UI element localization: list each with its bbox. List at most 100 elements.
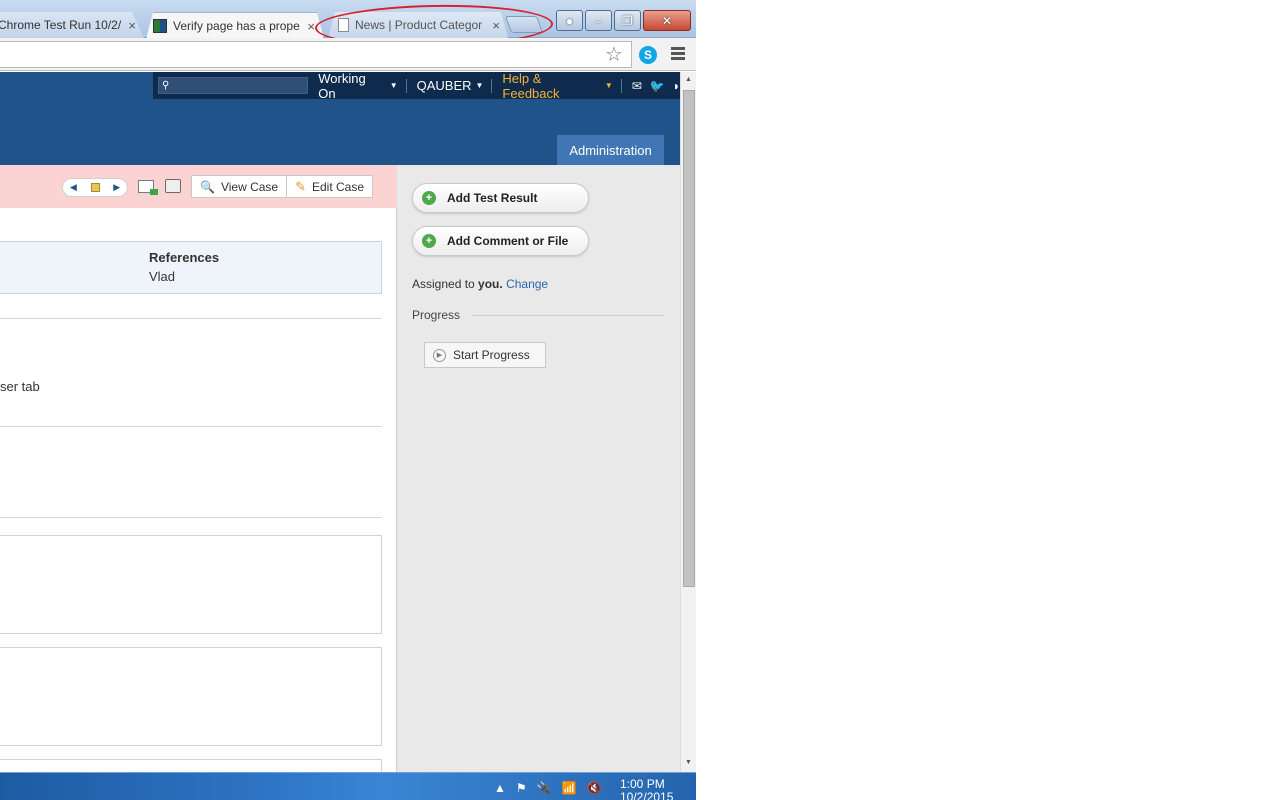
help-feedback-menu[interactable]: Help & Feedback ▼ (502, 72, 612, 101)
chrome-menu-icon[interactable] (671, 47, 685, 62)
chrome-window: Chrome Test Run 10/2/ × Verify page has … (0, 0, 696, 800)
assigned-info: Assigned to you. Change (412, 277, 548, 291)
window-controls: ● – ❐ ✕ (556, 10, 691, 31)
content-box (0, 759, 382, 772)
restore-button[interactable]: ❐ (614, 10, 641, 31)
minimize-button[interactable]: – (585, 10, 612, 31)
step-text: ser tab (0, 379, 40, 394)
case-main-panel: ◀ ▶ 🔍 View Case ✎ Edit Case References V… (0, 165, 397, 772)
section-divider (0, 426, 382, 427)
screen: Chrome Test Run 10/2/ × Verify page has … (0, 0, 1280, 800)
working-on-menu[interactable]: Working On ▼ (318, 72, 397, 101)
working-on-label: Working On (318, 72, 366, 101)
network-signal-icon[interactable]: 📶 (562, 781, 577, 795)
taskbar-clock[interactable]: 1:00 PM 10/2/2015 (620, 778, 673, 800)
restore-icon: ❐ (622, 13, 633, 28)
case-info-box: References Vlad (0, 241, 382, 294)
clock-date: 10/2/2015 (620, 790, 674, 800)
references-value: Vlad (149, 269, 176, 284)
chevron-down-icon: ▼ (604, 81, 613, 90)
volume-muted-icon[interactable]: 🔇 (587, 781, 602, 795)
tab-verify-page[interactable]: Verify page has a prope × (146, 12, 324, 39)
content-box (0, 535, 382, 634)
add-comment-button[interactable]: + Add Comment or File (412, 226, 589, 256)
browser-toolbar: ☆ S (0, 38, 696, 71)
profile-button[interactable]: ● (556, 10, 583, 31)
show-hidden-icons-icon[interactable]: ▲ (494, 781, 506, 795)
search-input[interactable]: ⚲ (158, 77, 309, 94)
case-sidebar: + Add Test Result + Add Comment or File … (398, 165, 680, 772)
progress-label: Progress (412, 308, 461, 322)
content-box (0, 647, 382, 746)
assigned-prefix: Assigned to (412, 277, 479, 291)
start-progress-button[interactable]: ▶ Start Progress (424, 342, 546, 368)
next-case-icon[interactable]: ▶ (113, 182, 120, 193)
page-scrollbar[interactable]: ▲ ▼ (680, 72, 696, 772)
pencil-icon: ✎ (295, 178, 306, 194)
mail-icon[interactable]: ✉ (632, 79, 642, 93)
tab-title: Chrome Test Run 10/2/ (0, 18, 122, 32)
add-icon: + (422, 234, 436, 248)
testrail-favicon-icon (153, 19, 167, 33)
view-case-label: View Case (220, 179, 279, 194)
twitter-icon[interactable]: 🐦 (650, 79, 665, 93)
tab-administration[interactable]: Administration (557, 135, 664, 165)
case-actions: 🔍 View Case ✎ Edit Case (191, 175, 374, 198)
windows-taskbar: ▲ ⚑ 🔌 📶 🔇 1:00 PM 10/2/2015 (0, 772, 696, 800)
change-assignee-link[interactable]: Change (506, 277, 548, 291)
address-bar[interactable] (0, 41, 632, 68)
edit-case-button[interactable]: ✎ Edit Case (286, 176, 372, 197)
search-icon: ⚲ (162, 80, 170, 91)
add-test-result-label: Add Test Result (447, 191, 538, 205)
rss-icon[interactable]: ◗ (673, 79, 680, 93)
scrollbar-thumb[interactable] (683, 90, 695, 587)
section-divider (0, 318, 382, 319)
minimize-icon: – (595, 13, 602, 28)
tab-strip: Chrome Test Run 10/2/ × Verify page has … (0, 0, 696, 50)
section-divider (0, 517, 382, 518)
social-icons: ✉ 🐦 ◗ (632, 79, 680, 93)
magnifier-icon: 🔍 (200, 179, 215, 194)
chevron-down-icon: ▼ (475, 81, 484, 90)
close-window-button[interactable]: ✕ (643, 10, 691, 31)
user-menu[interactable]: QAUBER ▼ (417, 78, 484, 93)
divider (405, 78, 407, 93)
help-label: Help & Feedback (502, 72, 560, 101)
add-test-result-button[interactable]: + Add Test Result (412, 183, 589, 213)
skype-extension-icon[interactable]: S (639, 46, 657, 64)
edit-case-label: Edit Case (312, 179, 365, 194)
divider (620, 78, 622, 93)
power-plug-icon[interactable]: 🔌 (537, 781, 552, 795)
bookmark-star-icon[interactable]: ☆ (605, 42, 623, 67)
chevron-down-icon: ▼ (389, 81, 398, 90)
tab-chrome-test-run[interactable]: Chrome Test Run 10/2/ × (0, 12, 144, 38)
previous-case-icon[interactable]: ◀ (70, 182, 77, 193)
print-icon[interactable] (165, 179, 181, 193)
action-center-flag-icon[interactable]: ⚑ (516, 781, 527, 795)
app-header: ⚲ Working On ▼ QAUBER ▼ Help & Feedback (0, 72, 680, 165)
tab-close-icon[interactable]: × (128, 18, 136, 33)
scroll-up-icon[interactable]: ▲ (685, 76, 692, 83)
tab-title: Verify page has a prope (173, 19, 300, 33)
tab-close-icon[interactable]: × (307, 19, 315, 34)
scroll-down-icon[interactable]: ▼ (685, 759, 692, 766)
progress-divider (472, 315, 664, 316)
page: ⚲ Working On ▼ QAUBER ▼ Help & Feedback (0, 72, 680, 772)
email-case-icon[interactable] (138, 180, 158, 195)
user-label: QAUBER (416, 78, 472, 93)
divider (491, 78, 493, 93)
system-tray: ▲ ⚑ 🔌 📶 🔇 (494, 781, 602, 795)
case-overview-icon[interactable] (90, 183, 100, 192)
top-bar: ⚲ Working On ▼ QAUBER ▼ Help & Feedback (153, 72, 680, 101)
close-icon: ✕ (661, 13, 673, 28)
references-label: References (149, 250, 220, 265)
case-toolbar: ◀ ▶ 🔍 View Case ✎ Edit Case (0, 165, 397, 208)
case-navigation: ◀ ▶ (62, 178, 128, 197)
add-icon: + (422, 191, 436, 205)
start-progress-label: Start Progress (453, 348, 530, 362)
play-icon: ▶ (433, 348, 446, 362)
view-case-button[interactable]: 🔍 View Case (192, 176, 286, 197)
assigned-user: you. (478, 277, 503, 291)
add-comment-label: Add Comment or File (447, 234, 569, 248)
user-icon: ● (565, 13, 574, 28)
